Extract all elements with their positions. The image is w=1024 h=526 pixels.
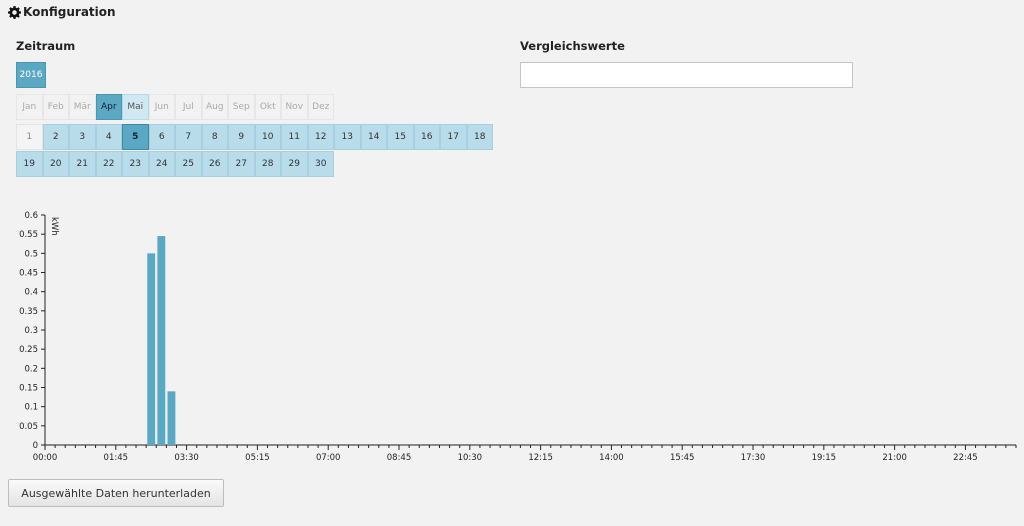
energy-bar-chart: 0 0.05 0.1 0.15 0.2 0.25 0.3 0.35 0.4 0.45 0.5 0.55… <box>19 211 1017 463</box>
zeitraum-title: Zeitraum <box>16 39 76 53</box>
day-15[interactable]: 15 <box>387 124 414 150</box>
y-tick-label: 0.05 <box>19 422 38 432</box>
month-jan: Jan <box>16 94 43 120</box>
day-19[interactable]: 19 <box>16 151 43 177</box>
bar-0300 <box>167 391 176 445</box>
day-28[interactable]: 28 <box>254 151 281 177</box>
day-23[interactable]: 23 <box>122 151 149 177</box>
day-16[interactable]: 16 <box>413 124 440 150</box>
x-tick-label: 15:45 <box>670 453 695 463</box>
day-12[interactable]: 12 <box>307 124 334 150</box>
day-21[interactable]: 21 <box>69 151 96 177</box>
month-mai[interactable]: Mai <box>122 94 149 120</box>
y-tick-label: 0.35 <box>19 307 38 317</box>
download-button[interactable]: Ausgewählte Daten herunterladen <box>8 479 224 507</box>
x-tick-label: 17:30 <box>741 453 766 463</box>
vergleichswerte-title: Vergleichswerte <box>520 39 625 53</box>
y-tick-label: 0.6 <box>24 211 38 221</box>
x-tick-label: 22:45 <box>953 453 978 463</box>
x-tick-label: 12:15 <box>528 453 553 463</box>
day-18[interactable]: 18 <box>466 124 493 150</box>
day-20[interactable]: 20 <box>42 151 69 177</box>
month-jul: Jul <box>175 94 202 120</box>
month-apr[interactable]: Apr <box>95 94 122 120</box>
day-25[interactable]: 25 <box>175 151 202 177</box>
day-26[interactable]: 26 <box>201 151 228 177</box>
x-tick-label: 01:45 <box>104 453 129 463</box>
y-tick-label: 0.4 <box>24 288 38 298</box>
y-tick-label: 0.5 <box>24 249 38 259</box>
day-11[interactable]: 11 <box>281 124 308 150</box>
bar-0245 <box>157 236 166 445</box>
day-9[interactable]: 9 <box>228 124 255 150</box>
y-tick-label: 0 <box>33 441 38 451</box>
day-22[interactable]: 22 <box>95 151 122 177</box>
y-axis-label: kWh <box>49 217 59 236</box>
day-2[interactable]: 2 <box>42 124 69 150</box>
day-29[interactable]: 29 <box>281 151 308 177</box>
day-7[interactable]: 7 <box>175 124 202 150</box>
day-13[interactable]: 13 <box>334 124 361 150</box>
y-tick-label: 0.2 <box>24 364 38 374</box>
x-tick-label: 21:00 <box>882 453 907 463</box>
y-tick-label: 0.55 <box>19 230 38 240</box>
day-6[interactable]: 6 <box>148 124 175 150</box>
x-tick-label: 08:45 <box>387 453 412 463</box>
y-tick-label: 0.25 <box>19 345 38 355</box>
month-mär: Mär <box>69 94 96 120</box>
y-tick-label: 0.15 <box>19 384 38 394</box>
x-tick-label: 19:15 <box>812 453 837 463</box>
month-sep: Sep <box>228 94 255 120</box>
year-button[interactable]: 2016 <box>16 62 46 88</box>
day-30[interactable]: 30 <box>307 151 334 177</box>
month-feb: Feb <box>42 94 69 120</box>
x-tick-label: 00:00 <box>33 453 58 463</box>
gear-icon <box>8 5 21 19</box>
config-title: Konfiguration <box>23 5 116 19</box>
x-tick-label: 03:30 <box>174 453 199 463</box>
month-okt: Okt <box>254 94 281 120</box>
day-3[interactable]: 3 <box>69 124 96 150</box>
day-17[interactable]: 17 <box>440 124 467 150</box>
month-jun: Jun <box>148 94 175 120</box>
bar-0230 <box>147 253 156 445</box>
day-4[interactable]: 4 <box>95 124 122 150</box>
y-tick-label: 0.45 <box>19 269 38 279</box>
day-27[interactable]: 27 <box>228 151 255 177</box>
x-tick-label: 05:15 <box>245 453 270 463</box>
month-aug: Aug <box>201 94 228 120</box>
month-nov: Nov <box>281 94 308 120</box>
vergleichswerte-input[interactable] <box>520 62 853 88</box>
x-tick-label: 07:00 <box>316 453 341 463</box>
day-5[interactable]: 5 <box>122 124 149 150</box>
day-8[interactable]: 8 <box>201 124 228 150</box>
day-14[interactable]: 14 <box>360 124 387 150</box>
day-1: 1 <box>16 124 43 150</box>
y-tick-label: 0.3 <box>24 326 38 336</box>
day-10[interactable]: 10 <box>254 124 281 150</box>
month-dez: Dez <box>307 94 334 120</box>
x-tick-label: 14:00 <box>599 453 624 463</box>
y-tick-label: 0.1 <box>24 403 38 413</box>
config-header[interactable]: Konfiguration <box>8 5 116 19</box>
x-tick-label: 10:30 <box>458 453 483 463</box>
day-24[interactable]: 24 <box>148 151 175 177</box>
